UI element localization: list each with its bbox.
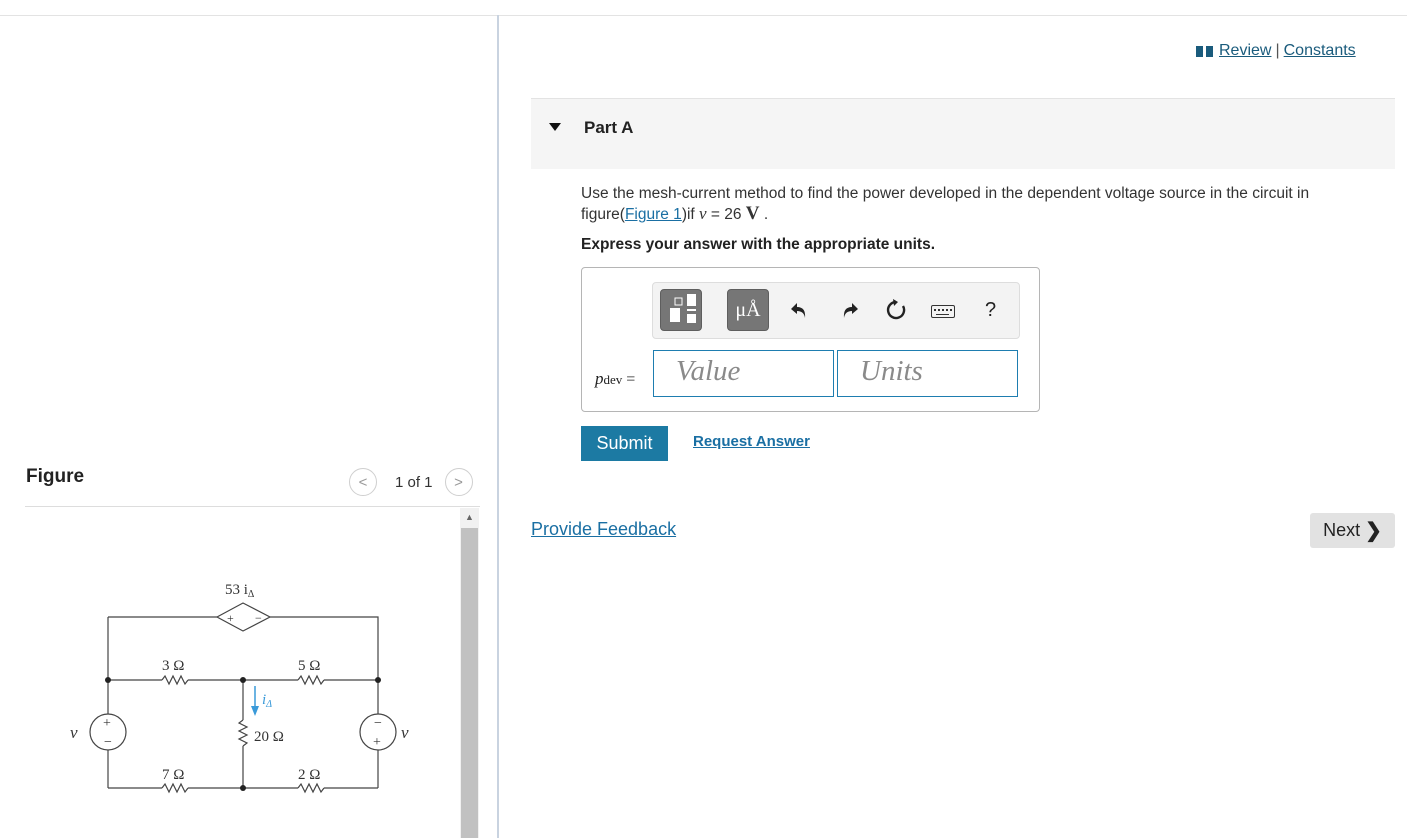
help-icon[interactable]: ? xyxy=(985,299,996,322)
link-separator: | xyxy=(1275,42,1280,59)
redo-icon[interactable] xyxy=(836,297,862,323)
svg-text:+: + xyxy=(103,716,111,731)
instruction-text: Express your answer with the appropriate… xyxy=(581,236,936,253)
circuit-diagram: 53 iΔ + − 3 Ω 5 Ω 20 Ω 7 Ω 2 Ω iΔ v v + … xyxy=(70,582,409,794)
svg-text:+: + xyxy=(373,735,381,750)
svg-text:+: + xyxy=(227,611,234,625)
scroll-up-arrow-icon[interactable]: ▲ xyxy=(460,508,479,526)
figure-rule xyxy=(25,506,480,507)
chevron-right-icon: ❯ xyxy=(1365,520,1382,542)
units-input[interactable]: Units xyxy=(837,350,1018,397)
panel-divider xyxy=(497,15,499,838)
reset-icon[interactable] xyxy=(883,297,909,323)
provide-feedback-link[interactable]: Provide Feedback xyxy=(531,519,676,540)
resistor-3 xyxy=(161,674,189,686)
resistor-2-label: 2 Ω xyxy=(298,767,320,783)
dependent-source-diamond xyxy=(215,602,272,632)
scrollbar-thumb[interactable] xyxy=(461,528,478,838)
prev-figure-button[interactable]: < xyxy=(349,468,377,496)
answer-variable-label: pdev = xyxy=(595,369,636,388)
left-v-label: v xyxy=(70,723,78,742)
figure-pager: < 1 of 1 > xyxy=(349,467,473,497)
resistor-3-label: 3 Ω xyxy=(162,658,184,674)
resistor-5-label: 5 Ω xyxy=(298,658,320,674)
part-a-header[interactable] xyxy=(531,98,1395,169)
resistor-2 xyxy=(297,782,325,794)
book-icon xyxy=(1196,45,1213,57)
review-constants-links: Review | Constants xyxy=(1196,42,1356,60)
svg-text:−: − xyxy=(104,735,112,750)
part-title: Part A xyxy=(584,118,634,137)
resistor-7-label: 7 Ω xyxy=(162,767,184,783)
value-input[interactable]: Value xyxy=(653,350,834,397)
question-text: Use the mesh-current method to find the … xyxy=(581,185,1310,224)
svg-text:−: − xyxy=(374,716,382,731)
top-rule xyxy=(0,15,1407,16)
figure-title: Figure xyxy=(26,466,85,487)
review-link[interactable]: Review xyxy=(1219,42,1271,60)
pager-text: 1 of 1 xyxy=(395,473,433,491)
next-figure-button[interactable]: > xyxy=(444,468,473,496)
constants-link[interactable]: Constants xyxy=(1284,42,1356,60)
current-label: iΔ xyxy=(262,692,272,710)
units-button[interactable]: μÅ xyxy=(727,289,769,331)
resistor-5 xyxy=(297,674,325,686)
undo-icon[interactable] xyxy=(787,297,813,323)
current-arrow-icon xyxy=(251,686,259,716)
next-button[interactable]: Next ❯ xyxy=(1310,513,1395,548)
request-answer-link[interactable]: Request Answer xyxy=(693,433,810,450)
svg-text:−: − xyxy=(255,611,262,625)
resistor-20-label: 20 Ω xyxy=(254,729,284,745)
fraction-template-icon xyxy=(670,294,696,323)
template-button[interactable] xyxy=(660,289,702,331)
resistor-20 xyxy=(237,719,249,747)
collapse-caret-icon[interactable] xyxy=(549,123,561,131)
submit-button[interactable]: Submit xyxy=(581,426,668,461)
right-v-label: v xyxy=(401,723,409,742)
keyboard-icon[interactable] xyxy=(931,305,955,318)
dependent-source-label: 53 iΔ xyxy=(225,582,255,600)
figure-link[interactable]: Figure 1 xyxy=(625,206,682,223)
resistor-7 xyxy=(161,782,189,794)
